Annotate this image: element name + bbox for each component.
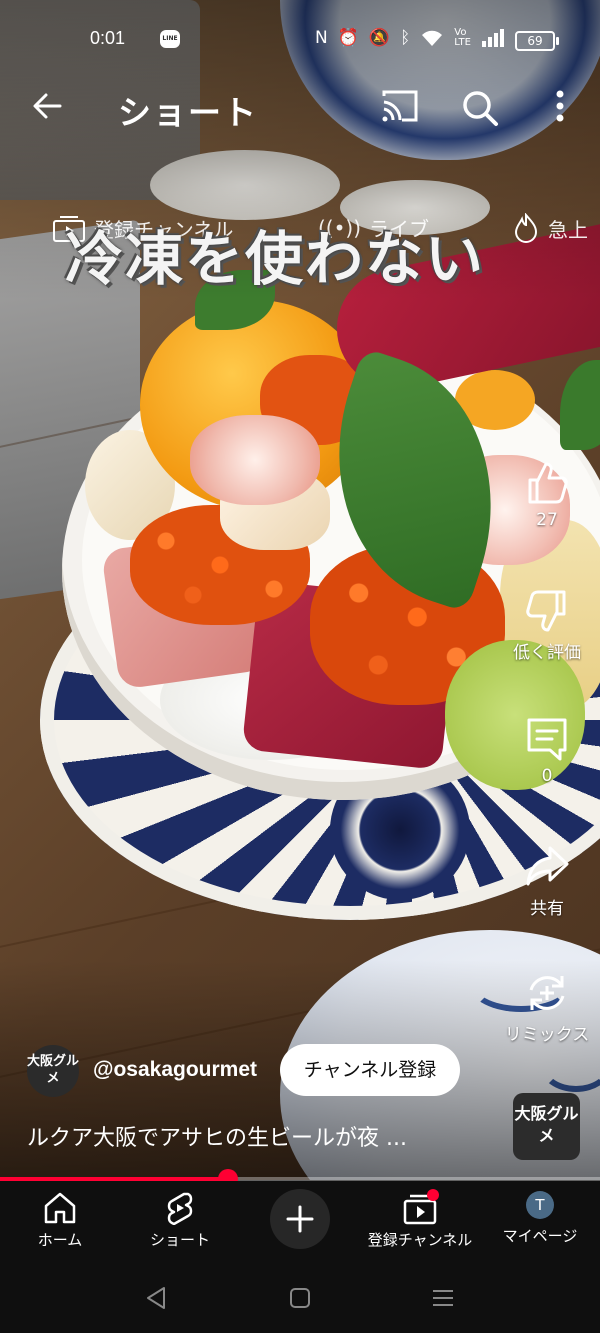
nav-home[interactable]: ホーム bbox=[0, 1191, 125, 1250]
create-button[interactable] bbox=[270, 1189, 330, 1249]
sound-thumbnail[interactable]: 大阪グルメ bbox=[513, 1093, 580, 1160]
arrow-left-icon bbox=[33, 93, 62, 119]
notification-dot bbox=[427, 1189, 439, 1201]
status-icons: N ⏰ 🔕 ᛒ Vo LTE bbox=[315, 28, 505, 48]
nav-label: ホーム bbox=[37, 1231, 83, 1249]
bluetooth-icon: ᛒ bbox=[400, 28, 411, 48]
nav-mypage[interactable]: T マイページ bbox=[475, 1191, 600, 1246]
channel-avatar[interactable]: 大阪グルメ bbox=[27, 1045, 79, 1097]
volte-icon: Vo LTE bbox=[454, 27, 471, 48]
plus-icon bbox=[286, 1205, 314, 1233]
like-count: 27 bbox=[536, 510, 558, 530]
comment-count: 0 bbox=[541, 766, 553, 786]
nav-shorts[interactable]: ショート bbox=[115, 1191, 245, 1250]
crab-meat bbox=[190, 415, 320, 505]
more-vert-icon bbox=[556, 90, 564, 122]
nav-label: マイページ bbox=[502, 1227, 578, 1245]
dislike-button[interactable]: 低く評価 bbox=[492, 588, 600, 663]
menu-lines-icon bbox=[433, 1290, 453, 1306]
app-header: ショート bbox=[0, 78, 600, 138]
battery-icon: 69 bbox=[515, 31, 559, 51]
remix-label: リミックス bbox=[504, 1025, 590, 1045]
system-back-button[interactable] bbox=[142, 1283, 172, 1313]
shorts-icon bbox=[167, 1192, 193, 1225]
search-icon bbox=[463, 91, 498, 126]
wifi-icon bbox=[422, 30, 443, 46]
share-icon bbox=[526, 846, 569, 886]
page-title: ショート bbox=[118, 93, 258, 132]
alarm-icon: ⏰ bbox=[337, 28, 359, 48]
mute-icon: 🔕 bbox=[368, 28, 391, 48]
clock: 0:01 bbox=[90, 28, 126, 48]
back-button[interactable] bbox=[28, 86, 68, 126]
triangle-back-icon bbox=[147, 1287, 165, 1309]
comments-button[interactable]: 0 bbox=[492, 716, 600, 786]
cast-button[interactable] bbox=[380, 88, 420, 124]
more-options-button[interactable] bbox=[545, 84, 575, 128]
dislike-label: 低く評価 bbox=[513, 643, 581, 663]
nfc-icon: N bbox=[315, 28, 328, 48]
system-recents-button[interactable] bbox=[428, 1283, 458, 1313]
remix-button[interactable]: リミックス bbox=[492, 970, 600, 1045]
cast-icon bbox=[382, 90, 418, 122]
nav-label: ショート bbox=[149, 1231, 210, 1249]
like-button[interactable]: 27 bbox=[492, 460, 600, 530]
bottom-navigation: ホーム ショート 登録チャンネル T マイページ bbox=[0, 1181, 600, 1261]
video-description[interactable]: ルクア大阪でアサヒの生ビールが夜 ... bbox=[27, 1120, 407, 1152]
system-home-button[interactable] bbox=[285, 1283, 315, 1313]
channel-handle[interactable]: @osakagourmet bbox=[93, 1058, 257, 1082]
system-navigation bbox=[0, 1261, 600, 1333]
nav-subscriptions[interactable]: 登録チャンネル bbox=[355, 1191, 485, 1250]
share-button[interactable]: 共有 bbox=[492, 844, 600, 919]
thumbs-up-icon bbox=[528, 462, 568, 504]
share-label: 共有 bbox=[530, 899, 564, 919]
remix-icon bbox=[529, 976, 565, 1010]
square-home-icon bbox=[290, 1288, 310, 1308]
avatar: T bbox=[526, 1191, 554, 1219]
line-app-icon: LINE bbox=[160, 30, 180, 48]
home-icon bbox=[44, 1192, 76, 1224]
thumbs-down-icon bbox=[526, 590, 566, 632]
subscribe-button[interactable]: チャンネル登録 bbox=[280, 1044, 460, 1096]
video-caption: 冷凍を使わない bbox=[65, 225, 486, 293]
comment-icon bbox=[527, 718, 567, 761]
status-bar: 0:01 LINE N ⏰ 🔕 ᛒ Vo LTE 69 bbox=[0, 22, 600, 62]
search-button[interactable] bbox=[458, 86, 502, 130]
shiso-leaf bbox=[560, 360, 600, 450]
nav-label: 登録チャンネル bbox=[367, 1231, 473, 1249]
signal-icon bbox=[481, 29, 504, 47]
